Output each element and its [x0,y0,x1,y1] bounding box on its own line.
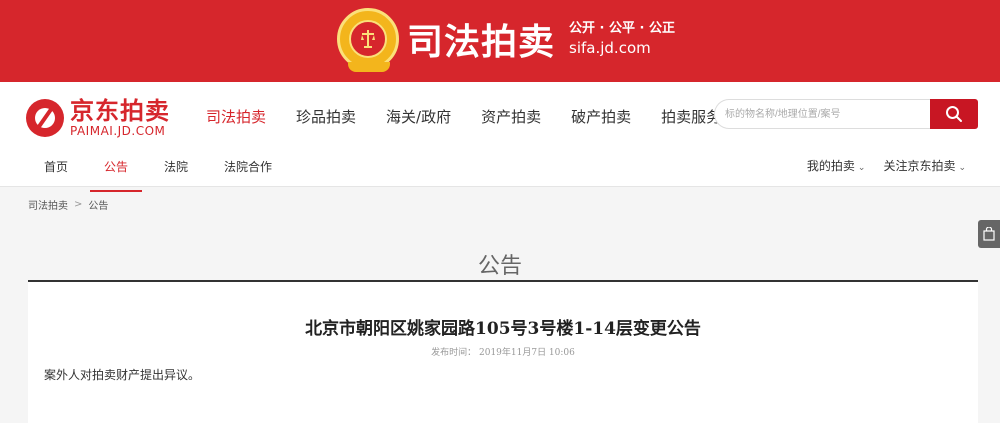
sub-nav-announcements[interactable]: 公告 [90,158,143,192]
breadcrumb-announcements[interactable]: 公告 [88,197,108,212]
bag-icon [983,227,995,241]
side-float-button[interactable] [978,220,1000,248]
nav-item-judicial-auction[interactable]: 司法拍卖 [206,106,266,127]
notice-body: 案外人对拍卖财产提出异议。 [44,368,201,382]
banner-slogan: 公开 · 公平 · 公正 [569,21,675,36]
nav-item-asset-auction[interactable]: 资产拍卖 [481,106,541,127]
sub-nav-courts[interactable]: 法院 [164,158,188,185]
sub-nav-court-cooperation[interactable]: 法院合作 [224,158,272,185]
my-auctions-dropdown[interactable]: 我的拍卖 ⌄ [807,157,866,174]
follow-jd-auction-dropdown[interactable]: 关注京东拍卖 ⌄ [883,157,966,174]
notice-title: 北京市朝阳区姚家园路105号3号楼1-14层变更公告 [305,319,701,339]
jd-logo-icon [26,99,64,137]
breadcrumb: 司法拍卖 > 公告 [28,197,108,212]
sub-nav: 首页 公告 法院 法院合作 [44,158,308,192]
follow-jd-auction-label: 关注京东拍卖 [883,159,956,173]
banner-domain: sifa.jd.com [569,39,651,57]
nav-item-customs-government[interactable]: 海关/政府 [386,106,451,127]
top-banner: 司法拍卖 公开 · 公平 · 公正 sifa.jd.com [0,0,1000,82]
search-input[interactable] [714,99,932,129]
my-auctions-label: 我的拍卖 [806,159,855,173]
search-button[interactable] [930,99,978,129]
chevron-down-icon: ⌄ [857,163,866,173]
breadcrumb-judicial-auction[interactable]: 司法拍卖 [28,197,68,212]
jd-paimai-logo[interactable]: 京东拍卖 PAIMAI.JD.COM [26,98,170,138]
nav-item-auction-service[interactable]: 拍卖服务 [661,106,721,127]
notice-publish-time: 发布时间： 2019年11月7日 10:06 [431,348,575,358]
court-emblem-icon [337,8,399,72]
notice-panel: 北京市朝阳区姚家园路105号3号楼1-14层变更公告 发布时间： 2019年11… [28,282,978,423]
banner-brand[interactable]: 司法拍卖 公开 · 公平 · 公正 sifa.jd.com [337,8,675,72]
nav-item-treasure-auction[interactable]: 珍品拍卖 [296,106,356,127]
sub-nav-home[interactable]: 首页 [44,158,68,185]
logo-cn-text: 京东拍卖 [70,97,170,125]
user-links: 我的拍卖 ⌄ 关注京东拍卖 ⌄ [789,157,966,174]
nav-item-bankruptcy-auction[interactable]: 破产拍卖 [571,106,631,127]
chevron-right-icon: > [74,199,83,210]
search-icon [946,106,962,122]
main-nav: 司法拍卖 珍品拍卖 海关/政府 资产拍卖 破产拍卖 拍卖服务 [206,106,751,127]
site-header: 京东拍卖 PAIMAI.JD.COM 司法拍卖 珍品拍卖 海关/政府 资产拍卖 … [0,82,1000,192]
banner-subtitle: 公开 · 公平 · 公正 sifa.jd.com [569,20,675,58]
logo-en-text: PAIMAI.JD.COM [70,124,166,138]
section-title: 公告 [477,254,522,279]
banner-title: 司法拍卖 [407,22,556,63]
chevron-down-icon: ⌄ [958,163,966,173]
search-bar [714,99,978,129]
